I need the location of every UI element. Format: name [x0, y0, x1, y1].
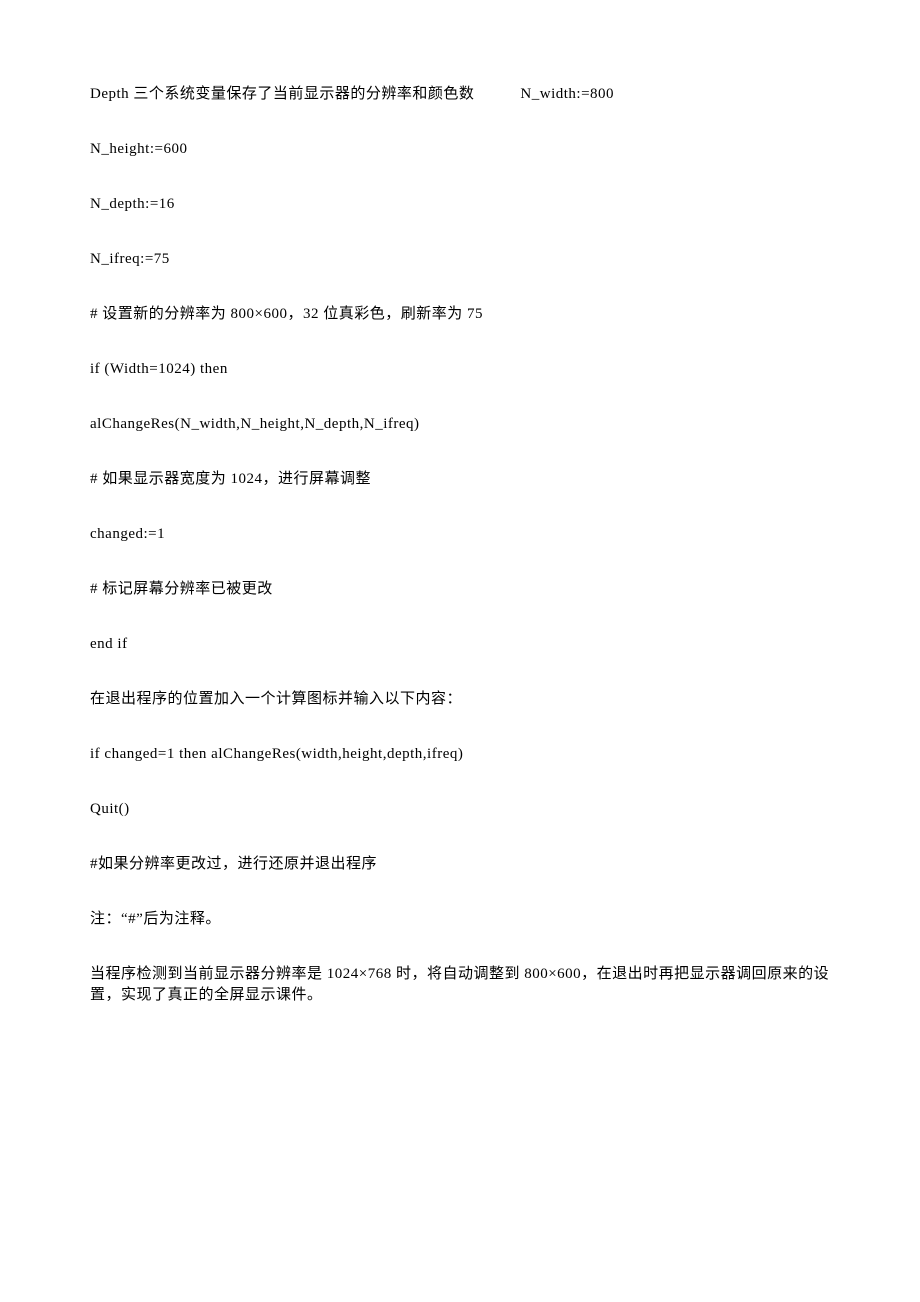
text-line: 在退出程序的位置加入一个计算图标并输入以下内容：	[90, 689, 830, 710]
text-paragraph: 当程序检测到当前显示器分辨率是 1024×768 时，将自动调整到 800×60…	[90, 964, 830, 1006]
text-line: # 设置新的分辨率为 800×600，32 位真彩色，刷新率为 75	[90, 304, 830, 325]
text-line: N_height:=600	[90, 139, 830, 160]
text-line: if changed=1 then alChangeRes(width,heig…	[90, 744, 830, 765]
text-line: #如果分辨率更改过，进行还原并退出程序	[90, 854, 830, 875]
text-line: alChangeRes(N_width,N_height,N_depth,N_i…	[90, 414, 830, 435]
text-line: if (Width=1024) then	[90, 359, 830, 380]
text-line: end if	[90, 634, 830, 655]
text-segment: Depth 三个系统变量保存了当前显示器的分辨率和颜色数	[90, 84, 474, 105]
text-line: # 如果显示器宽度为 1024，进行屏幕调整	[90, 469, 830, 490]
text-line: # 标记屏幕分辨率已被更改	[90, 579, 830, 600]
text-line: N_depth:=16	[90, 194, 830, 215]
text-line: N_ifreq:=75	[90, 249, 830, 270]
document-page: Depth 三个系统变量保存了当前显示器的分辨率和颜色数 N_width:=80…	[0, 0, 920, 1006]
text-segment: N_width:=800	[520, 84, 614, 105]
text-line: Depth 三个系统变量保存了当前显示器的分辨率和颜色数 N_width:=80…	[90, 84, 830, 105]
text-line: 注：“#”后为注释。	[90, 909, 830, 930]
text-line: Quit()	[90, 799, 830, 820]
spacer	[474, 84, 520, 105]
text-line: changed:=1	[90, 524, 830, 545]
